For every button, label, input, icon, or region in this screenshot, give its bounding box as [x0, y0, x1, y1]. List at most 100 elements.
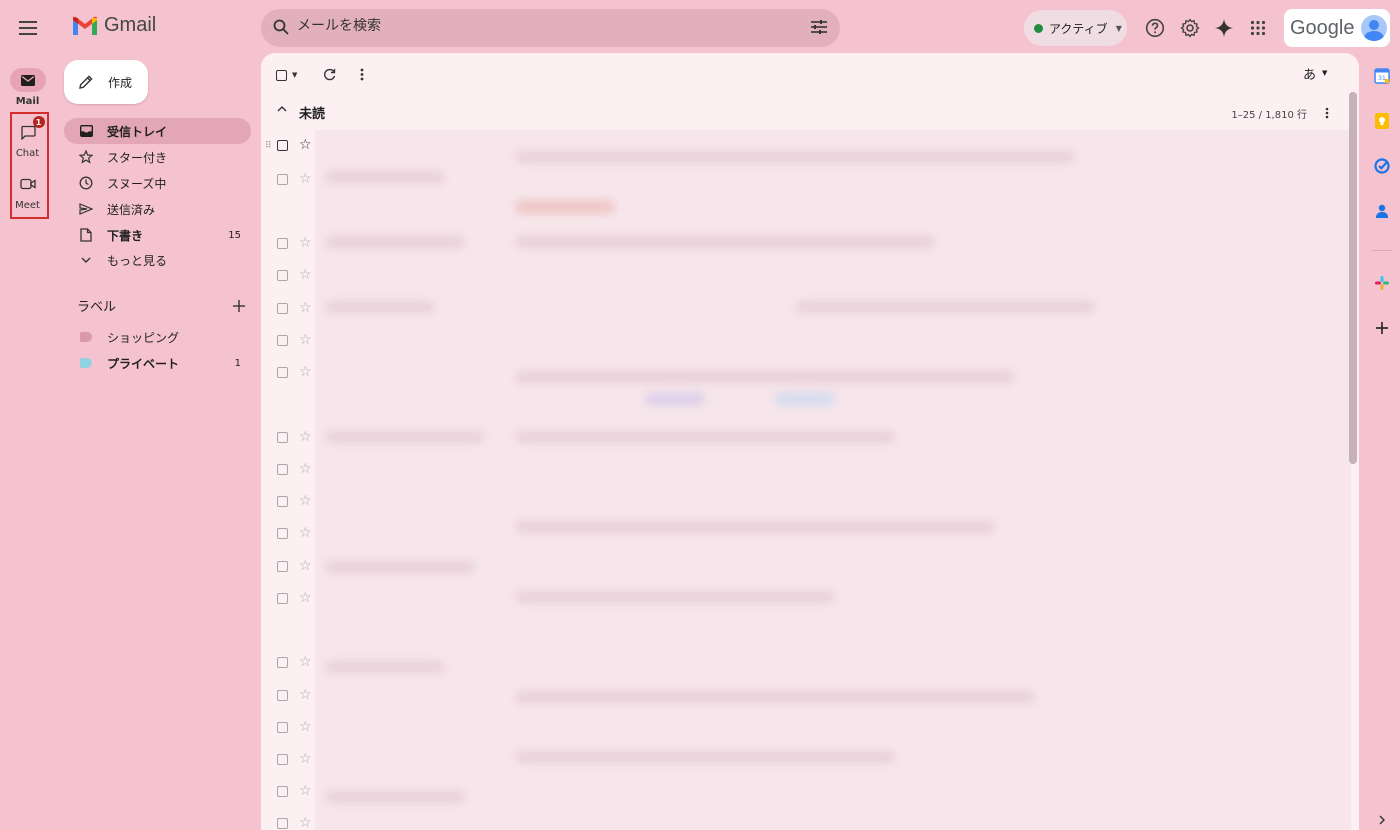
nav-item-sent[interactable]: 送信済み [64, 196, 251, 222]
gmail-logo[interactable]: Gmail [72, 14, 156, 37]
keep-app-button[interactable] [1374, 113, 1390, 129]
input-tools-button[interactable]: あ ▼ [1303, 65, 1327, 83]
calendar-app-button[interactable]: 31 [1374, 68, 1390, 84]
search-options-icon[interactable] [810, 19, 828, 35]
expand-side-panel-button[interactable] [1374, 812, 1390, 828]
search-input[interactable] [297, 18, 777, 34]
row-checkbox[interactable] [277, 561, 288, 572]
apps-button[interactable] [1246, 16, 1270, 40]
row-checkbox[interactable] [277, 174, 288, 185]
rail-item-mail[interactable]: Mail [0, 68, 55, 107]
star-icon[interactable]: ☆ [299, 461, 312, 477]
help-button[interactable] [1143, 16, 1167, 40]
table-row[interactable]: ☆ [261, 325, 315, 357]
slack-app-button[interactable] [1374, 275, 1390, 291]
star-icon[interactable]: ☆ [299, 525, 312, 541]
table-row[interactable]: ☆ [261, 454, 315, 486]
star-icon[interactable]: ☆ [299, 590, 312, 606]
table-row[interactable]: ☆ [261, 712, 315, 744]
select-all-checkbox[interactable]: ▼ [276, 67, 297, 83]
star-icon[interactable]: ☆ [299, 783, 312, 799]
label-item-private[interactable]: プライベート 1 [64, 350, 251, 376]
row-checkbox[interactable] [277, 528, 288, 539]
table-row[interactable]: ☆ [261, 357, 315, 389]
row-checkbox[interactable] [277, 786, 288, 797]
row-checkbox[interactable] [277, 690, 288, 701]
row-checkbox[interactable] [277, 238, 288, 249]
row-checkbox[interactable] [277, 335, 288, 346]
star-icon[interactable]: ☆ [299, 558, 312, 574]
nav-item-more[interactable]: もっと見る [64, 247, 251, 273]
row-checkbox[interactable] [277, 303, 288, 314]
star-icon[interactable]: ☆ [299, 751, 312, 767]
table-row[interactable]: ☆ [261, 776, 315, 808]
row-checkbox[interactable] [277, 464, 288, 475]
contacts-app-button[interactable] [1374, 203, 1390, 219]
mail-list-pane: ▼ あ ▼ 未読 1–25 / 1,810 行 ⠿ ☆ ☆ ☆ ☆ ☆ ☆ ☆ … [261, 53, 1359, 830]
table-row[interactable]: ☆ [261, 647, 315, 679]
table-row[interactable]: ☆ [261, 260, 315, 292]
main-menu-button[interactable] [14, 14, 42, 42]
rail-label-mail: Mail [15, 96, 40, 107]
drag-handle-icon[interactable]: ⠿ [265, 141, 272, 151]
tasks-app-button[interactable] [1374, 158, 1390, 174]
search-bar[interactable] [261, 9, 840, 47]
table-row[interactable]: ☆ [261, 293, 315, 325]
star-icon[interactable]: ☆ [299, 235, 312, 251]
star-icon[interactable]: ☆ [299, 493, 312, 509]
table-row[interactable]: ☆ [261, 744, 315, 776]
table-row[interactable]: ☆ [261, 486, 315, 518]
search-icon[interactable] [273, 19, 289, 35]
more-vert-icon[interactable] [1325, 107, 1329, 119]
star-icon[interactable]: ☆ [299, 654, 312, 670]
nav-item-drafts[interactable]: 下書き 15 [64, 222, 251, 248]
table-row[interactable]: ☆ [261, 164, 315, 196]
add-label-icon[interactable] [233, 299, 245, 312]
compose-button[interactable]: 作成 [64, 60, 148, 104]
table-row[interactable]: ☆ [261, 680, 315, 712]
row-checkbox[interactable] [277, 367, 288, 378]
row-checkbox[interactable] [277, 818, 288, 829]
star-icon[interactable]: ☆ [299, 137, 312, 153]
status-selector[interactable]: アクティブ ▼ [1024, 10, 1127, 46]
section-header[interactable]: 未読 1–25 / 1,810 行 [261, 97, 1359, 127]
star-icon[interactable]: ☆ [299, 687, 312, 703]
row-checkbox[interactable] [277, 657, 288, 668]
chevron-down-icon [81, 257, 91, 263]
table-row[interactable]: ☆ [261, 518, 315, 550]
star-icon[interactable]: ☆ [299, 815, 312, 830]
label-item-shopping[interactable]: ショッピング [64, 324, 251, 350]
star-icon[interactable]: ☆ [299, 364, 312, 380]
row-checkbox[interactable] [277, 496, 288, 507]
settings-button[interactable] [1178, 16, 1202, 40]
nav-item-starred[interactable]: スター付き [64, 144, 251, 170]
star-icon[interactable]: ☆ [299, 300, 312, 316]
table-row[interactable]: ☆ [261, 808, 315, 830]
table-row[interactable]: ☆ [261, 228, 315, 260]
avatar[interactable] [1360, 15, 1387, 41]
scrollbar[interactable] [1349, 92, 1357, 464]
star-icon[interactable]: ☆ [299, 429, 312, 445]
row-checkbox[interactable] [277, 270, 288, 281]
refresh-button[interactable] [323, 66, 336, 82]
row-checkbox[interactable] [277, 140, 288, 151]
star-icon[interactable]: ☆ [299, 332, 312, 348]
row-checkbox[interactable] [277, 432, 288, 443]
star-icon[interactable]: ☆ [299, 719, 312, 735]
gemini-button[interactable] [1212, 16, 1236, 40]
row-checkbox[interactable] [277, 754, 288, 765]
star-icon[interactable]: ☆ [299, 171, 312, 187]
table-row[interactable]: ☆ [261, 583, 315, 615]
nav-item-snoozed[interactable]: スヌーズ中 [64, 170, 251, 196]
row-checkbox[interactable] [277, 722, 288, 733]
row-checkbox[interactable] [277, 593, 288, 604]
star-icon[interactable]: ☆ [299, 267, 312, 283]
nav-item-inbox[interactable]: 受信トレイ [64, 118, 251, 144]
list-row-header[interactable]: ⠿ ☆ [261, 130, 315, 162]
table-row[interactable]: ☆ [261, 551, 315, 583]
add-addon-button[interactable] [1374, 320, 1390, 336]
table-row[interactable]: ☆ [261, 422, 315, 454]
chevron-up-icon[interactable] [277, 105, 287, 112]
more-actions-button[interactable] [360, 66, 364, 82]
account-button[interactable]: Google [1284, 9, 1390, 47]
